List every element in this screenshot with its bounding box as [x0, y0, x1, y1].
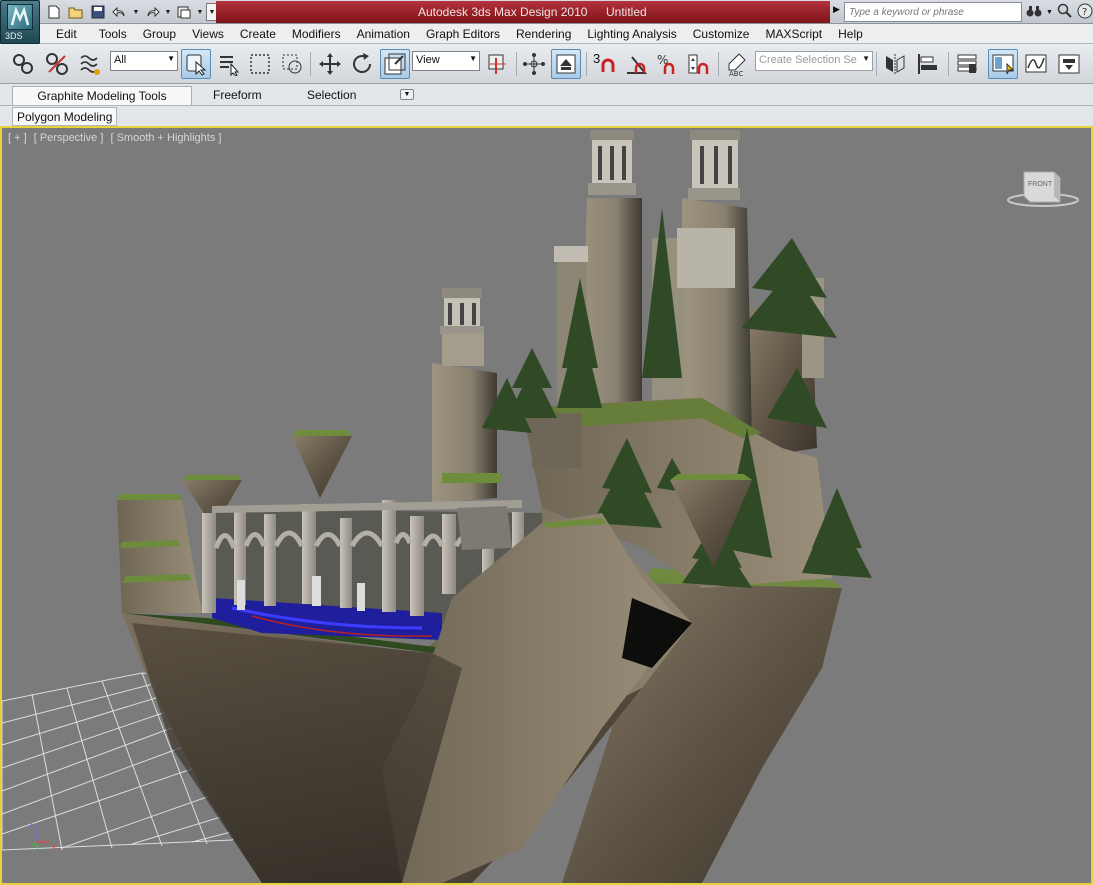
edit-named-selection-icon[interactable]: ABC	[722, 49, 752, 79]
search-expand-icon[interactable]: ▶	[833, 4, 843, 20]
app-title: Autodesk 3ds Max Design 2010	[418, 5, 588, 19]
svg-text:?: ?	[1082, 7, 1087, 18]
schematic-view-icon[interactable]	[1054, 49, 1084, 79]
help-icon[interactable]: ?	[1077, 3, 1093, 22]
viewcube-front-face[interactable]: FRONT	[1028, 181, 1052, 188]
rectangular-selection-icon[interactable]	[246, 49, 274, 79]
undo-icon[interactable]	[110, 3, 130, 21]
title-bar: ▼ ▼ ▼ ▼ Autodesk 3ds Max Design 2010 Unt…	[0, 0, 1093, 24]
perspective-viewport[interactable]: [ + ] [ Perspective ] [ Smooth + Highlig…	[0, 126, 1093, 885]
viewport-menu-label[interactable]: [ + ]	[8, 132, 27, 144]
new-file-icon[interactable]	[44, 3, 64, 21]
app-badge: 3DS	[5, 31, 23, 41]
mirror-icon[interactable]	[880, 49, 910, 79]
menu-tools[interactable]: Tools	[91, 27, 135, 41]
percent-snap-icon[interactable]: %	[653, 49, 681, 79]
reference-coordinate-dropdown[interactable]: View ▼	[412, 51, 480, 71]
binoculars-icon[interactable]	[1026, 4, 1042, 21]
axis-tripod: z y x	[26, 820, 62, 853]
ribbon-tabs: Graphite Modeling Tools Freeform Selecti…	[0, 84, 1093, 106]
ribbon-panel-bar: Polygon Modeling	[0, 106, 1093, 126]
3dsmax-logo-icon	[7, 4, 33, 30]
curve-editor-icon[interactable]	[1021, 49, 1051, 79]
ribbon-minimize-icon[interactable]: ▼	[400, 89, 414, 100]
help-search-icon[interactable]	[1057, 3, 1073, 22]
align-icon[interactable]	[913, 49, 943, 79]
menu-animation[interactable]: Animation	[349, 27, 418, 41]
document-title: Untitled	[606, 5, 647, 19]
search-dropdown-icon[interactable]: ▼	[1046, 9, 1053, 16]
chevron-down-icon: ▼	[862, 54, 870, 63]
quick-access-toolbar: ▼ ▼ ▼ ▼	[44, 2, 218, 22]
save-file-icon[interactable]	[88, 3, 108, 21]
viewport-label[interactable]: [ + ] [ Perspective ] [ Smooth + Highlig…	[8, 132, 225, 144]
menu-maxscript[interactable]: MAXScript	[757, 27, 830, 41]
spinner-snap-icon[interactable]	[684, 49, 712, 79]
named-selection-set-placeholder: Create Selection Se	[759, 54, 857, 66]
menu-lighting-analysis[interactable]: Lighting Analysis	[579, 27, 684, 41]
viewcube[interactable]: FRONT	[1006, 168, 1080, 211]
selection-filter-value: All	[114, 54, 127, 66]
main-toolbar: All ▼ View ▼ 3 % ABC Create Selection Se…	[0, 44, 1093, 84]
svg-text:ABC: ABC	[729, 70, 743, 76]
axis-z-label: z	[29, 820, 33, 829]
rock-pillar	[117, 500, 202, 613]
axis-y-label: y	[35, 842, 39, 851]
rotate-icon[interactable]	[348, 49, 376, 79]
named-selection-set-input[interactable]: Create Selection Se ▼	[755, 51, 873, 71]
graphite-toggle-icon[interactable]	[988, 49, 1018, 79]
layer-manager-icon[interactable]	[952, 49, 982, 79]
project-dropdown-icon[interactable]: ▼	[196, 3, 204, 21]
manipulate-icon[interactable]	[520, 49, 548, 79]
select-object-icon[interactable]	[181, 49, 211, 79]
redo-icon[interactable]	[142, 3, 162, 21]
unlink-icon[interactable]	[42, 49, 72, 79]
menu-customize[interactable]: Customize	[685, 27, 758, 41]
tab-graphite-modeling-tools[interactable]: Graphite Modeling Tools	[12, 86, 192, 105]
bind-space-warp-icon[interactable]	[76, 49, 104, 79]
menu-bar: Edit Tools Group Views Create Modifiers …	[40, 24, 1093, 44]
pivot-icon[interactable]	[483, 49, 513, 79]
search-input[interactable]	[844, 2, 1022, 22]
chevron-down-icon: ▼	[167, 54, 175, 63]
move-icon[interactable]	[316, 49, 344, 79]
menu-create[interactable]: Create	[232, 27, 284, 41]
project-folder-icon[interactable]	[174, 3, 194, 21]
menu-group[interactable]: Group	[135, 27, 184, 41]
axis-x-label: x	[52, 842, 56, 851]
menu-graph-editors[interactable]: Graph Editors	[418, 27, 508, 41]
redo-dropdown-icon[interactable]: ▼	[164, 3, 172, 21]
keyboard-shortcut-icon[interactable]	[551, 49, 581, 79]
snaps-icon[interactable]: 3	[590, 49, 620, 79]
title-caption: Autodesk 3ds Max Design 2010 Untitled	[216, 1, 830, 23]
viewport-shading-label[interactable]: [ Smooth + Highlights ]	[110, 132, 221, 144]
scale-icon[interactable]	[380, 49, 410, 79]
select-by-name-icon[interactable]	[214, 49, 244, 79]
application-button[interactable]: 3DS	[0, 0, 40, 44]
panel-polygon-modeling[interactable]: Polygon Modeling	[12, 107, 118, 126]
snap-mode-label: 3	[593, 51, 601, 66]
chevron-down-icon: ▼	[469, 54, 477, 63]
menu-edit[interactable]: Edit	[48, 27, 85, 41]
scene-render	[2, 130, 872, 883]
selection-filter-dropdown[interactable]: All ▼	[110, 51, 178, 71]
viewport-view-label[interactable]: [ Perspective ]	[34, 132, 104, 144]
link-icon[interactable]	[8, 49, 38, 79]
menu-modifiers[interactable]: Modifiers	[284, 27, 349, 41]
reference-coordinate-value: View	[416, 54, 440, 66]
floating-rock-1	[292, 436, 352, 498]
angle-snap-icon[interactable]	[622, 49, 650, 79]
undo-dropdown-icon[interactable]: ▼	[132, 3, 140, 21]
tab-freeform[interactable]: Freeform	[207, 86, 268, 105]
tab-selection[interactable]: Selection	[301, 86, 362, 105]
menu-help[interactable]: Help	[830, 27, 871, 41]
window-crossing-icon[interactable]	[278, 49, 306, 79]
open-file-icon[interactable]	[66, 3, 86, 21]
menu-views[interactable]: Views	[184, 27, 232, 41]
menu-rendering[interactable]: Rendering	[508, 27, 579, 41]
